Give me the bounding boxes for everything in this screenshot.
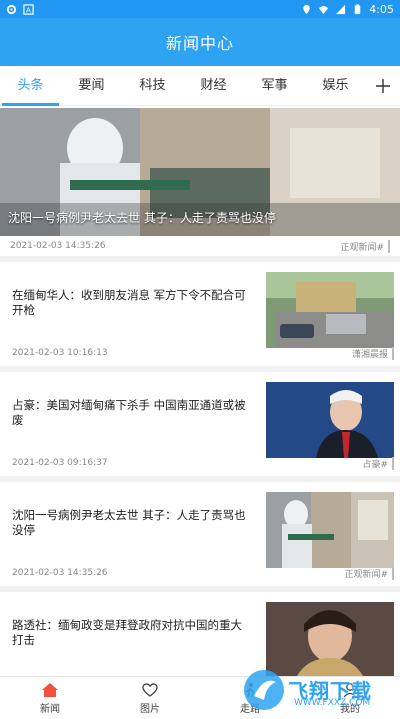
hero-title: 沈阳一号病例尹老太去世 其子：人走了责骂也没停 <box>8 211 276 225</box>
category-tabs: 头条 要闻 科技 财经 军事 娱乐 <box>0 66 400 106</box>
list-item[interactable]: 在缅甸华人：收到朋友消息 军方下令不配合可开枪 2021-02-03 10:16… <box>0 262 400 372</box>
battery-icon <box>355 3 361 14</box>
signal-icon <box>336 4 346 14</box>
list-item[interactable]: 沈阳一号病例尹老太去世 其子：人走了责骂也没停 2021-02-03 14:35… <box>0 482 400 592</box>
item-title: 沈阳一号病例尹老太去世 其子：人走了责骂也没停 <box>12 508 246 537</box>
hero-card[interactable]: 沈阳一号病例尹老太去世 其子：人走了责骂也没停 2021-02-03 14:35… <box>0 108 400 262</box>
item-thumbnail <box>266 492 394 568</box>
status-time: 4:05 <box>369 2 394 16</box>
item-thumbnail <box>266 272 394 348</box>
location-icon <box>303 4 311 14</box>
a-icon: A <box>23 3 34 14</box>
add-tab-button[interactable] <box>366 66 400 106</box>
nav-pictures-label: 图片 <box>140 703 160 715</box>
tab-entertainment[interactable]: 娱乐 <box>305 66 366 106</box>
item-time: 2021-02-03 10:16:13 <box>12 348 108 358</box>
item-source: 正观新闻# <box>344 567 394 580</box>
news-feed[interactable]: 沈阳一号病例尹老太去世 其子：人走了责骂也没停 2021-02-03 14:35… <box>0 108 400 676</box>
tab-military[interactable]: 军事 <box>244 66 305 106</box>
hero-time: 2021-02-03 14:35:26 <box>10 241 106 251</box>
svg-text:A: A <box>26 5 31 14</box>
item-title: 路透社：缅甸政变是拜登政府对抗中国的重大打击 <box>12 618 242 647</box>
hero-image: 沈阳一号病例尹老太去世 其子：人走了责骂也没停 <box>0 108 400 236</box>
watermark: 飞翔下载 WWW.FXXZ.COM <box>240 660 400 719</box>
watermark-sub: WWW.FXXZ.COM <box>294 698 371 708</box>
plus-icon <box>376 78 390 93</box>
app-bar: 新闻中心 <box>0 18 400 66</box>
item-time: 2021-02-03 14:35:26 <box>12 568 108 578</box>
hero-meta: 2021-02-03 14:35:26 正观新闻# <box>0 236 400 262</box>
home-icon <box>42 682 58 697</box>
item-source: 潇湘晨报 <box>352 347 394 360</box>
item-title: 占豪：美国对缅甸痛下杀手 中国南亚通道或被废 <box>12 398 246 427</box>
tab-headlines[interactable]: 头条 <box>0 66 61 106</box>
status-bar: A 4:05 <box>0 0 400 18</box>
nav-news-label: 新闻 <box>40 703 60 715</box>
page-title: 新闻中心 <box>165 34 234 53</box>
nav-pictures[interactable]: 图片 <box>100 677 200 719</box>
item-thumbnail <box>266 382 394 458</box>
tab-news[interactable]: 要闻 <box>61 66 122 106</box>
heart-icon <box>142 682 158 697</box>
watermark-logo-icon <box>244 669 284 710</box>
hero-source: 正观新闻# <box>340 239 390 253</box>
wifi-icon <box>319 5 329 14</box>
item-title: 在缅甸华人：收到朋友消息 军方下令不配合可开枪 <box>12 288 246 317</box>
nav-news[interactable]: 新闻 <box>0 677 100 719</box>
item-time: 2021-02-03 09:16:37 <box>12 458 108 468</box>
item-source: 占豪# <box>362 457 394 470</box>
tab-tech[interactable]: 科技 <box>122 66 183 106</box>
list-item[interactable]: 占豪：美国对缅甸痛下杀手 中国南亚通道或被废 2021-02-03 09:16:… <box>0 372 400 482</box>
tab-finance[interactable]: 财经 <box>183 66 244 106</box>
gear-icon <box>6 4 17 14</box>
